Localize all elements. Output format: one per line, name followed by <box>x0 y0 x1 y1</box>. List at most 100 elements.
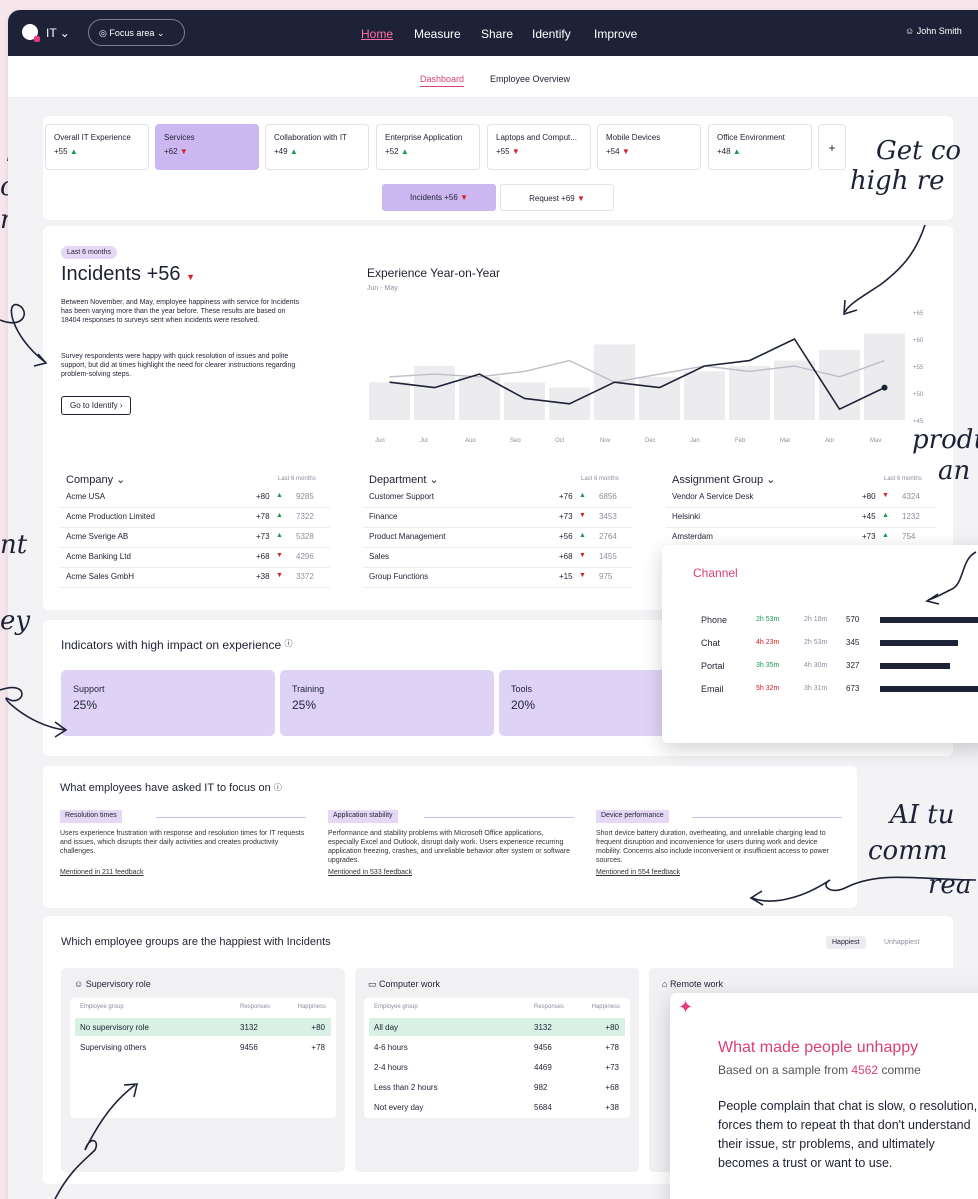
tab-dashboard[interactable]: Dashboard <box>420 74 465 87</box>
nav-share[interactable]: Share <box>481 27 513 41</box>
table-row[interactable]: Sales +68 ▼ 1455 <box>363 549 633 568</box>
table-title-text: Department <box>369 474 427 486</box>
feedback-link[interactable]: Mentioned in 211 feedback <box>60 869 144 876</box>
feedback-link[interactable]: Mentioned in 554 feedback <box>596 869 680 876</box>
go-to-identify-button[interactable]: Go to Identify › <box>61 396 132 415</box>
indicator-training[interactable]: Training 25% <box>280 670 494 736</box>
department-table-title[interactable]: Department ⌄ <box>369 473 439 486</box>
tab-score-value: +52 <box>385 147 399 156</box>
org-selector[interactable]: IT ⌄ <box>46 26 70 40</box>
add-tab-button[interactable]: + <box>818 124 846 170</box>
tab-score-value: +54 <box>606 147 620 156</box>
focus-tag: Application stability <box>328 810 398 823</box>
table-row[interactable]: Acme Production Limited +78 ▲ 7322 <box>60 509 330 528</box>
annotation-text: ey <box>0 606 31 636</box>
focus-title: What employees have asked IT to focus on… <box>60 782 282 794</box>
trend-icon: ▲ <box>276 512 283 519</box>
trend-icon: ▼ <box>179 147 188 156</box>
feedback-link[interactable]: Mentioned in 533 feedback <box>328 869 412 876</box>
row-name: Acme Banking Ltd <box>66 552 131 561</box>
tab-overall-it-experience[interactable]: Overall IT Experience +55 ▲ <box>45 124 149 170</box>
channel-time: 5h 32m <box>756 685 780 692</box>
user-menu[interactable]: ☺ John Smith <box>905 26 962 36</box>
tab-score-value: +48 <box>717 147 731 156</box>
table-row[interactable]: Less than 2 hours 982 +68 <box>369 1078 625 1096</box>
table-row[interactable]: Product Management +56 ▲ 2764 <box>363 529 633 548</box>
company-table-title[interactable]: Company ⌄ <box>66 473 125 486</box>
row-name: Vendor A Service Desk <box>672 492 754 501</box>
focus-area-button[interactable]: ◎ Focus area ⌄ <box>88 19 185 46</box>
experience-chart: +65+60+55+50+45Jun Jul Aug Sep Oct Nov Dec Jan F… <box>369 311 924 442</box>
row-count: 2764 <box>599 532 617 541</box>
channel-count: 345 <box>846 638 860 647</box>
segment-request[interactable]: Request +69 ▼ <box>500 184 614 211</box>
group-card: ☺ Supervisory role Employee group Response… <box>61 968 345 1172</box>
tab-mobile-devices[interactable]: Mobile Devices +54 ▼ <box>597 124 701 170</box>
table-row[interactable]: Supervising others 9456 +78 <box>75 1038 331 1056</box>
tab-laptops-and-comput-[interactable]: Laptops and Comput... +55 ▼ <box>487 124 591 170</box>
group-responses: 5684 <box>534 1103 552 1112</box>
tab-label: Office Environment <box>717 133 785 142</box>
toggle-happiest[interactable]: Happiest <box>826 936 866 949</box>
row-score: +80 <box>862 492 876 501</box>
tab-enterprise-application[interactable]: Enterprise Application +52 ▲ <box>376 124 480 170</box>
nav-identify[interactable]: Identify <box>532 27 571 41</box>
channel-time-previous: 2h 53m <box>804 639 828 646</box>
indicator-support[interactable]: Support 25% <box>61 670 275 736</box>
divider <box>692 817 842 818</box>
group-name: Not every day <box>374 1103 424 1112</box>
table-row[interactable]: No supervisory role 3132 +80 <box>75 1018 331 1036</box>
row-score: +73 <box>862 532 876 541</box>
assignment-table-title[interactable]: Assignment Group ⌄ <box>672 473 775 486</box>
table-row[interactable]: Not every day 5684 +38 <box>369 1098 625 1116</box>
chart-subtitle: Jun - May <box>367 285 398 292</box>
table-row[interactable]: Finance +73 ▼ 3453 <box>363 509 633 528</box>
segment-incidents[interactable]: Incidents +56 ▼ <box>382 184 496 211</box>
channel-time-previous: 2h 18m <box>804 616 828 623</box>
table-row[interactable]: Acme Banking Ltd +68 ▼ 4296 <box>60 549 330 568</box>
table-row[interactable]: Acme Sales GmbH +38 ▼ 3372 <box>60 569 330 588</box>
table-row[interactable]: All day 3132 +80 <box>369 1018 625 1036</box>
group-title-text: Supervisory role <box>85 979 151 989</box>
table-row[interactable]: Acme Sverige AB +73 ▲ 5328 <box>60 529 330 548</box>
channel-name: Email <box>701 684 724 694</box>
annotation-text: comm <box>868 836 948 866</box>
row-count: 4324 <box>902 492 920 501</box>
table-row[interactable]: Customer Support +76 ▲ 6856 <box>363 489 633 508</box>
row-count: 1455 <box>599 552 617 561</box>
row-score: +38 <box>256 572 270 581</box>
table-row[interactable]: Group Functions +15 ▼ 975 <box>363 569 633 588</box>
nav-home[interactable]: Home <box>361 27 393 41</box>
row-score: +76 <box>559 492 573 501</box>
table-row[interactable]: 4-6 hours 9456 +78 <box>369 1038 625 1056</box>
tab-score: +54 ▼ <box>606 147 692 156</box>
table-row[interactable]: Helsinki +45 ▲ 1232 <box>666 509 936 528</box>
row-count: 754 <box>902 532 916 541</box>
tab-employee-overview[interactable]: Employee Overview <box>490 74 570 84</box>
table-row[interactable]: Vendor A Service Desk +80 ▼ 4324 <box>666 489 936 508</box>
channel-bar <box>880 663 950 669</box>
row-count: 4296 <box>296 552 314 561</box>
group-table-header: Employee group Responses Happiness <box>369 998 625 1016</box>
focus-text: Users experience frustration with respon… <box>60 830 305 855</box>
toggle-unhappiest[interactable]: Unhappiest <box>884 939 919 946</box>
tab-services[interactable]: Services +62 ▼ <box>155 124 259 170</box>
tab-label: Mobile Devices <box>606 133 661 142</box>
tab-collaboration-with-it[interactable]: Collaboration with IT +49 ▲ <box>265 124 369 170</box>
row-score: +73 <box>256 532 270 541</box>
table-row[interactable]: 2-4 hours 4469 +73 <box>369 1058 625 1076</box>
header-cell: Responses <box>240 1004 271 1010</box>
tab-office-environment[interactable]: Office Environment +48 ▲ <box>708 124 812 170</box>
table-range: Last 6 months <box>884 476 922 482</box>
group-responses: 9456 <box>534 1043 552 1052</box>
row-name: Finance <box>369 512 398 521</box>
groups-title: Which employee groups are the happiest w… <box>61 936 331 948</box>
nav-measure[interactable]: Measure <box>414 27 461 41</box>
table-row[interactable]: Acme USA +80 ▲ 9285 <box>60 489 330 508</box>
group-happiness: +73 <box>605 1063 619 1072</box>
info-icon: ⓘ <box>273 783 282 792</box>
row-score: +15 <box>559 572 573 581</box>
group-name: All day <box>374 1023 399 1032</box>
row-name: Acme USA <box>66 492 106 501</box>
nav-improve[interactable]: Improve <box>594 27 637 41</box>
